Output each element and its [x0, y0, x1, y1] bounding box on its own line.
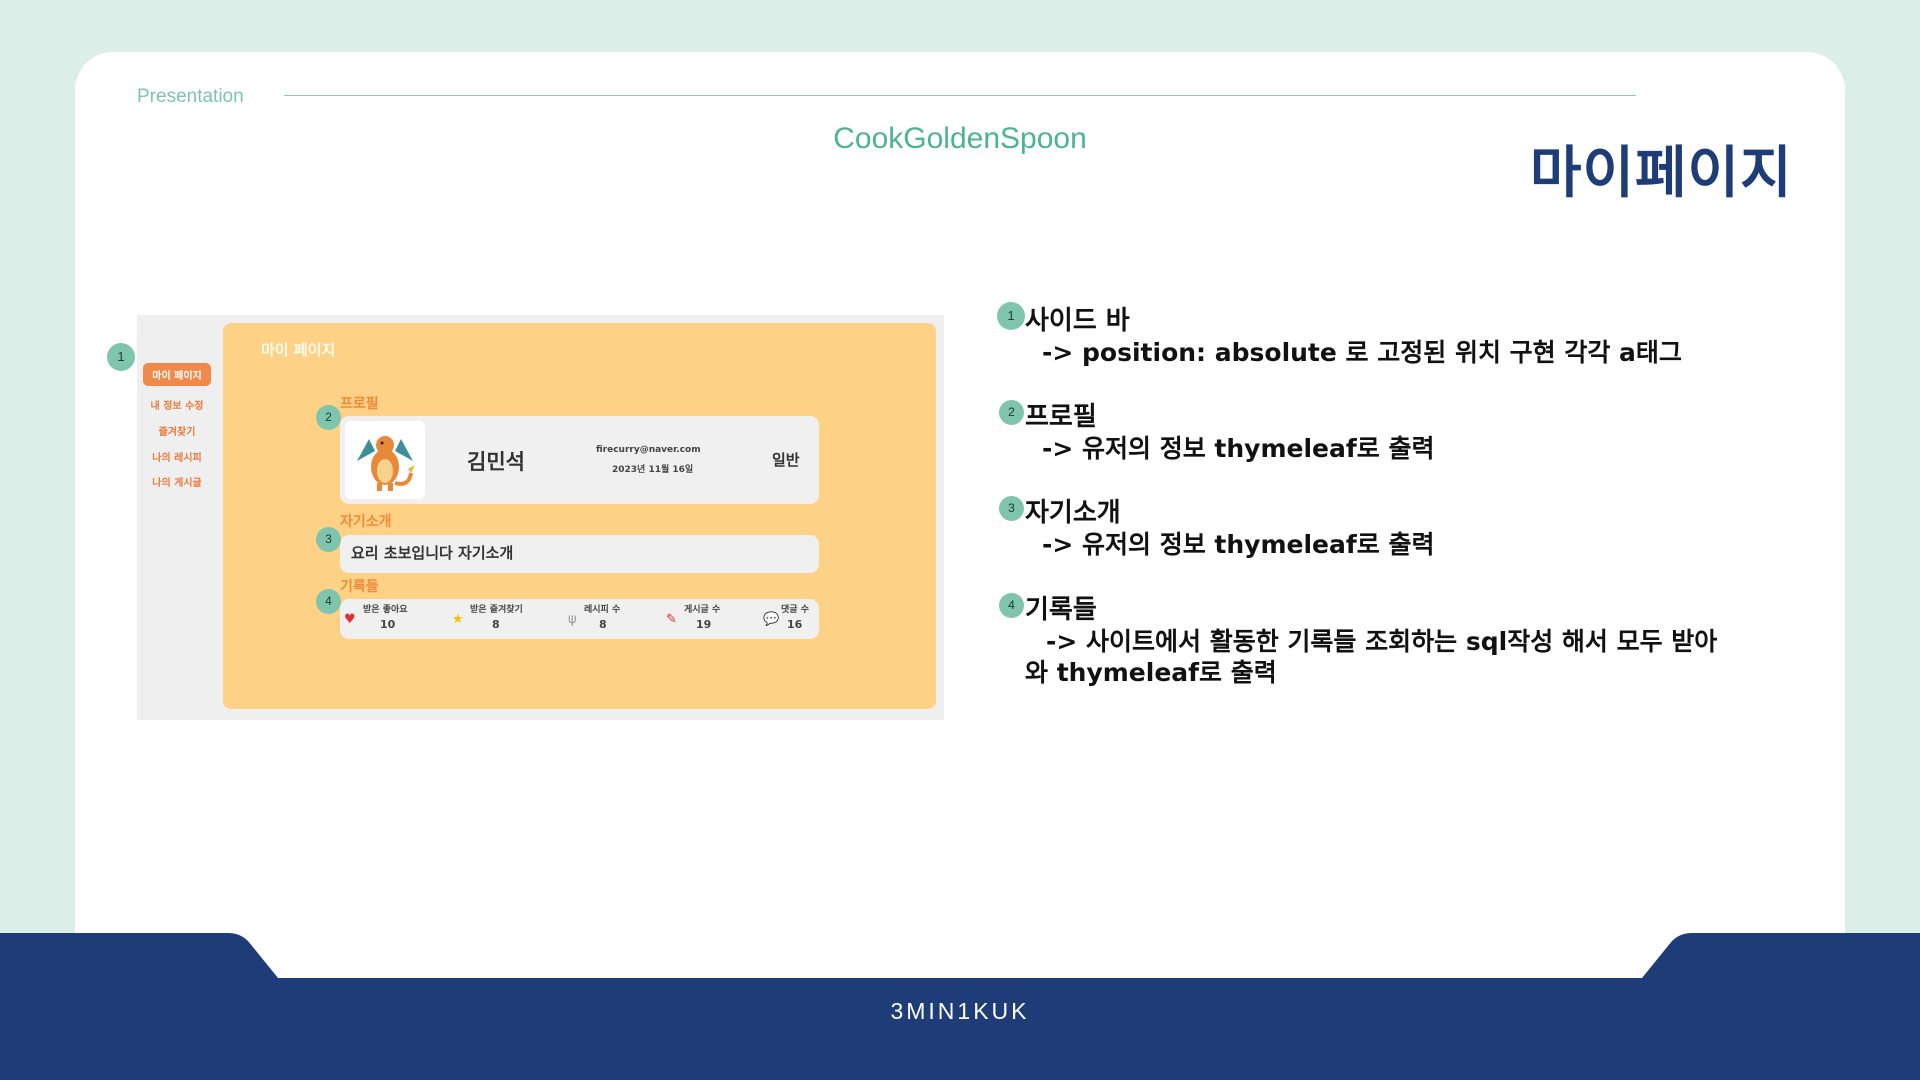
- callout-badge-2: 2: [316, 405, 341, 430]
- dragon-avatar: [345, 421, 425, 499]
- desc-text-records-line2: 와 thymeleaf로 출력: [1025, 658, 1277, 687]
- mypage-main: 마이 페이지 프로필 김민석 firecurry@naver.com 2023년…: [223, 323, 936, 709]
- stat-value: 16: [787, 618, 803, 631]
- callout-badge-1: 1: [107, 343, 135, 371]
- sidebar: 마이 페이지 내 정보 수정 즐겨찾기 나의 레시피 나의 게시글: [137, 315, 225, 720]
- footer-text: 3MIN1KUK: [890, 998, 1030, 1024]
- desc-title-intro: 자기소개: [1025, 498, 1121, 528]
- stat-label: 레시피 수: [584, 605, 621, 615]
- desc-badge-4: 4: [999, 593, 1024, 618]
- callout-badge-4: 4: [316, 589, 341, 614]
- intro-label: 자기소개: [340, 514, 392, 530]
- sidebar-item-edit-info[interactable]: 내 정보 수정: [143, 397, 211, 412]
- pencil-icon: ✎: [666, 612, 677, 627]
- header-divider: [284, 95, 1636, 96]
- desc-title-records: 기록들: [1025, 595, 1097, 625]
- profile-email: firecurry@naver.com: [596, 445, 701, 455]
- star-icon: ★: [452, 612, 464, 627]
- callout-badge-3: 3: [316, 527, 341, 552]
- desc-title-profile: 프로필: [1025, 402, 1097, 432]
- desc-title-sidebar: 사이드 바: [1025, 306, 1130, 336]
- intro-text: 요리 초보입니다 자기소개: [351, 544, 514, 562]
- sidebar-item-my-recipes[interactable]: 나의 레시피: [143, 449, 211, 464]
- stat-label: 게시글 수: [684, 605, 721, 615]
- desc-text-intro: -> 유저의 정보 thymeleaf로 출력: [1042, 530, 1435, 559]
- profile-role: 일반: [772, 451, 800, 469]
- desc-text-sidebar: -> position: absolute 로 고정된 위치 구현 각각 a태그: [1042, 338, 1682, 367]
- records-label: 기록들: [340, 579, 379, 595]
- records-panel: ♥ 받은 좋아요 10 ★ 받은 즐겨찾기 8 ψ 레시피 수 8 ✎ 게시글 …: [340, 599, 819, 639]
- profile-panel: 김민석 firecurry@naver.com 2023년 11월 16일 일반: [340, 416, 819, 504]
- comment-icon: 💬: [763, 612, 780, 627]
- mypage-screenshot: 마이 페이지 내 정보 수정 즐겨찾기 나의 레시피 나의 게시글 마이 페이지…: [137, 315, 944, 720]
- stat-label: 받은 좋아요: [363, 605, 408, 615]
- sidebar-item-favorites[interactable]: 즐겨찾기: [143, 423, 211, 438]
- sidebar-item-mypage[interactable]: 마이 페이지: [143, 363, 211, 386]
- page-title: 마이페이지: [1530, 141, 1793, 206]
- stat-value: 19: [696, 618, 712, 631]
- desc-badge-1: 1: [997, 302, 1025, 330]
- stat-label: 받은 즐겨찾기: [470, 605, 523, 615]
- section-label: Presentation: [137, 86, 244, 107]
- main-title: 마이 페이지: [261, 341, 336, 359]
- desc-text-profile: -> 유저의 정보 thymeleaf로 출력: [1042, 434, 1435, 463]
- desc-badge-2: 2: [999, 400, 1024, 425]
- stat-label: 댓글 수: [781, 605, 809, 615]
- profile-joined-date: 2023년 11월 16일: [612, 465, 694, 475]
- sidebar-item-my-posts[interactable]: 나의 게시글: [143, 474, 211, 489]
- profile-label: 프로필: [340, 396, 379, 412]
- profile-name: 김민석: [467, 450, 525, 474]
- intro-panel: 요리 초보입니다 자기소개: [340, 535, 819, 573]
- stat-value: 8: [492, 618, 500, 631]
- desc-badge-3: 3: [999, 496, 1024, 521]
- heart-icon: ♥: [344, 612, 356, 627]
- stat-value: 10: [380, 618, 396, 631]
- stat-value: 8: [599, 618, 607, 631]
- utensils-icon: ψ: [568, 612, 577, 627]
